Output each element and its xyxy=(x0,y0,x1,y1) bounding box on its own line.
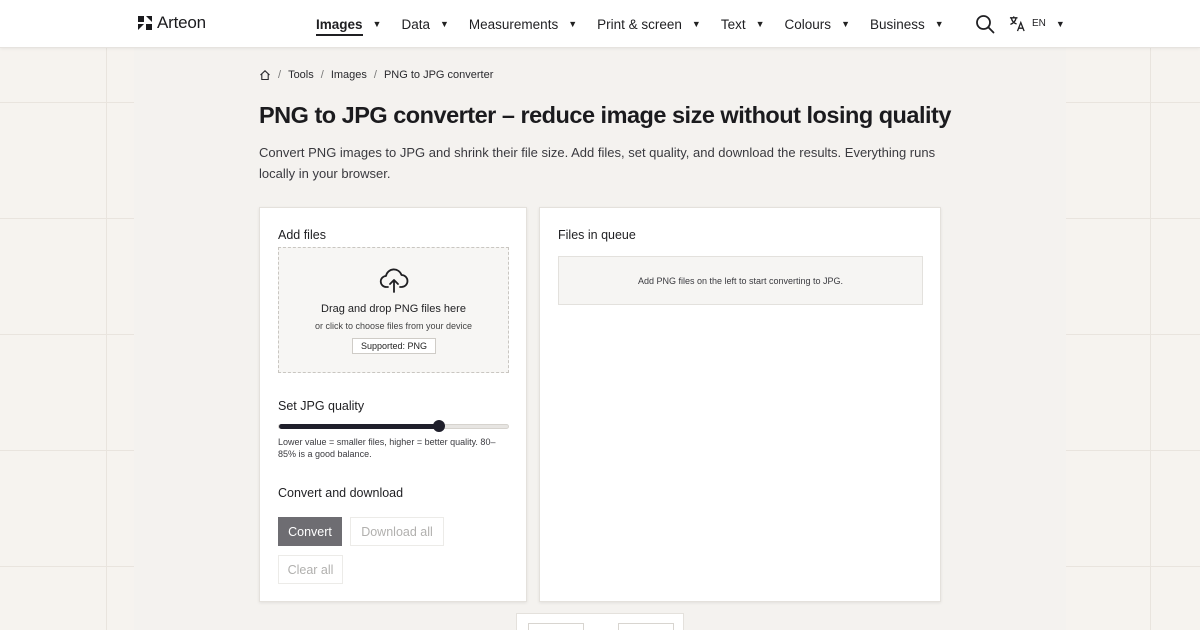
brand-name: Arteon xyxy=(157,13,206,32)
language-selector[interactable]: EN ▼ xyxy=(1009,15,1065,32)
queue-panel: Files in queue Add PNG files on the left… xyxy=(539,207,941,602)
chevron-down-icon: ▼ xyxy=(691,19,701,29)
clear-all-button[interactable]: Clear all xyxy=(278,555,343,584)
site-header: Arteon Images ▼ Data ▼ Measurements ▼ Pr… xyxy=(0,0,1200,48)
chevron-down-icon: ▼ xyxy=(755,19,765,29)
nav-item-text[interactable]: Text ▼ xyxy=(721,0,765,48)
quality-help-text: Lower value = smaller files, higher = be… xyxy=(278,437,496,459)
nav-label: Business xyxy=(869,16,925,32)
breadcrumb-separator: / xyxy=(278,69,282,81)
actions-title: Convert and download xyxy=(278,486,404,500)
brand-logo[interactable]: Arteon xyxy=(137,13,206,33)
breadcrumb: / Tools / Images / PNG to JPG converter xyxy=(259,69,493,81)
nav-label: Print & screen xyxy=(597,16,682,32)
nav-item-measurements[interactable]: Measurements ▼ xyxy=(469,0,577,48)
bottom-controls xyxy=(516,613,684,630)
breadcrumb-separator: / xyxy=(373,69,377,81)
queue-title: Files in queue xyxy=(558,228,636,242)
nav-item-business[interactable]: Business ▼ xyxy=(870,0,944,48)
bottom-control-left[interactable] xyxy=(528,623,584,630)
page-intro: Convert PNG images to JPG and shrink the… xyxy=(259,145,936,181)
home-icon[interactable] xyxy=(259,69,271,81)
dropzone-title: Drag and drop PNG files here xyxy=(321,303,466,315)
nav-item-data[interactable]: Data ▼ xyxy=(401,0,448,48)
translate-icon xyxy=(1009,16,1025,32)
breadcrumb-separator: / xyxy=(320,69,324,81)
language-code: EN xyxy=(1032,18,1046,29)
cloud-upload-icon xyxy=(379,268,409,293)
breadcrumb-item-images[interactable]: Images xyxy=(331,69,367,81)
quality-slider[interactable] xyxy=(278,420,509,432)
nav-label: Measurements xyxy=(468,16,559,32)
chevron-down-icon: ▼ xyxy=(372,19,382,29)
chevron-down-icon: ▼ xyxy=(439,19,449,29)
convert-button[interactable]: Convert xyxy=(278,517,342,546)
bottom-control-right[interactable] xyxy=(618,623,674,630)
logo-icon xyxy=(138,16,152,30)
chevron-down-icon: ▼ xyxy=(568,19,578,29)
chevron-down-icon: ▼ xyxy=(841,19,850,29)
nav-item-colours[interactable]: Colours ▼ xyxy=(785,0,850,48)
nav-label: Text xyxy=(720,16,746,32)
breadcrumb-item-tools[interactable]: Tools xyxy=(288,69,314,81)
slider-handle[interactable] xyxy=(433,420,446,432)
breadcrumb-item-current: PNG to JPG converter xyxy=(383,69,494,81)
supported-format-badge: Supported: PNG xyxy=(352,338,436,354)
dropzone-subtitle: or click to choose files from your devic… xyxy=(314,321,473,331)
file-dropzone[interactable]: Drag and drop PNG files here or click to… xyxy=(278,247,509,373)
nav-item-images[interactable]: Images ▼ xyxy=(316,0,381,48)
chevron-down-icon: ▼ xyxy=(934,19,944,29)
chevron-down-icon: ▼ xyxy=(1055,18,1065,29)
main-nav: Images ▼ Data ▼ Measurements ▼ Print & s… xyxy=(316,0,964,48)
nav-label: Colours xyxy=(784,16,832,32)
page-title: PNG to JPG converter – reduce image size… xyxy=(259,102,951,128)
download-all-button[interactable]: Download all xyxy=(350,517,444,546)
queue-empty-state: Add PNG files on the left to start conve… xyxy=(558,256,923,305)
nav-label: Images xyxy=(316,17,363,36)
nav-item-print-screen[interactable]: Print & screen ▼ xyxy=(597,0,701,48)
quality-title: Set JPG quality xyxy=(278,399,365,413)
add-files-panel: Add files Drag and drop PNG files here o… xyxy=(259,207,527,602)
nav-label: Data xyxy=(401,16,430,32)
slider-fill xyxy=(279,424,440,429)
add-files-title: Add files xyxy=(278,228,326,242)
search-icon[interactable] xyxy=(975,14,995,34)
